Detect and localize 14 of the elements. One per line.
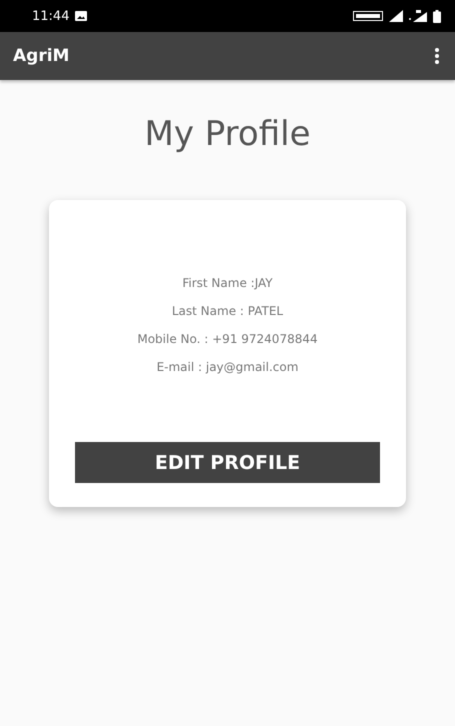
signal-icon <box>389 10 403 22</box>
battery-icon <box>433 10 441 22</box>
edit-profile-button[interactable]: EDIT PROFILE <box>75 442 380 483</box>
app-title: AgriM <box>13 46 70 66</box>
signal-4g-icon <box>409 10 427 22</box>
image-icon <box>75 11 88 21</box>
status-time: 11:44 <box>32 8 70 24</box>
profile-field: Mobile No. : +91 9724078844 <box>137 330 318 348</box>
volte-icon <box>353 11 383 21</box>
profile-field: First Name :JAY <box>182 274 273 292</box>
more-icon[interactable] <box>435 48 439 64</box>
page-title: My Profile <box>144 113 310 156</box>
profile-field: Last Name : PATEL <box>172 302 284 320</box>
profile-field: E-mail : jay@gmail.com <box>156 358 298 376</box>
